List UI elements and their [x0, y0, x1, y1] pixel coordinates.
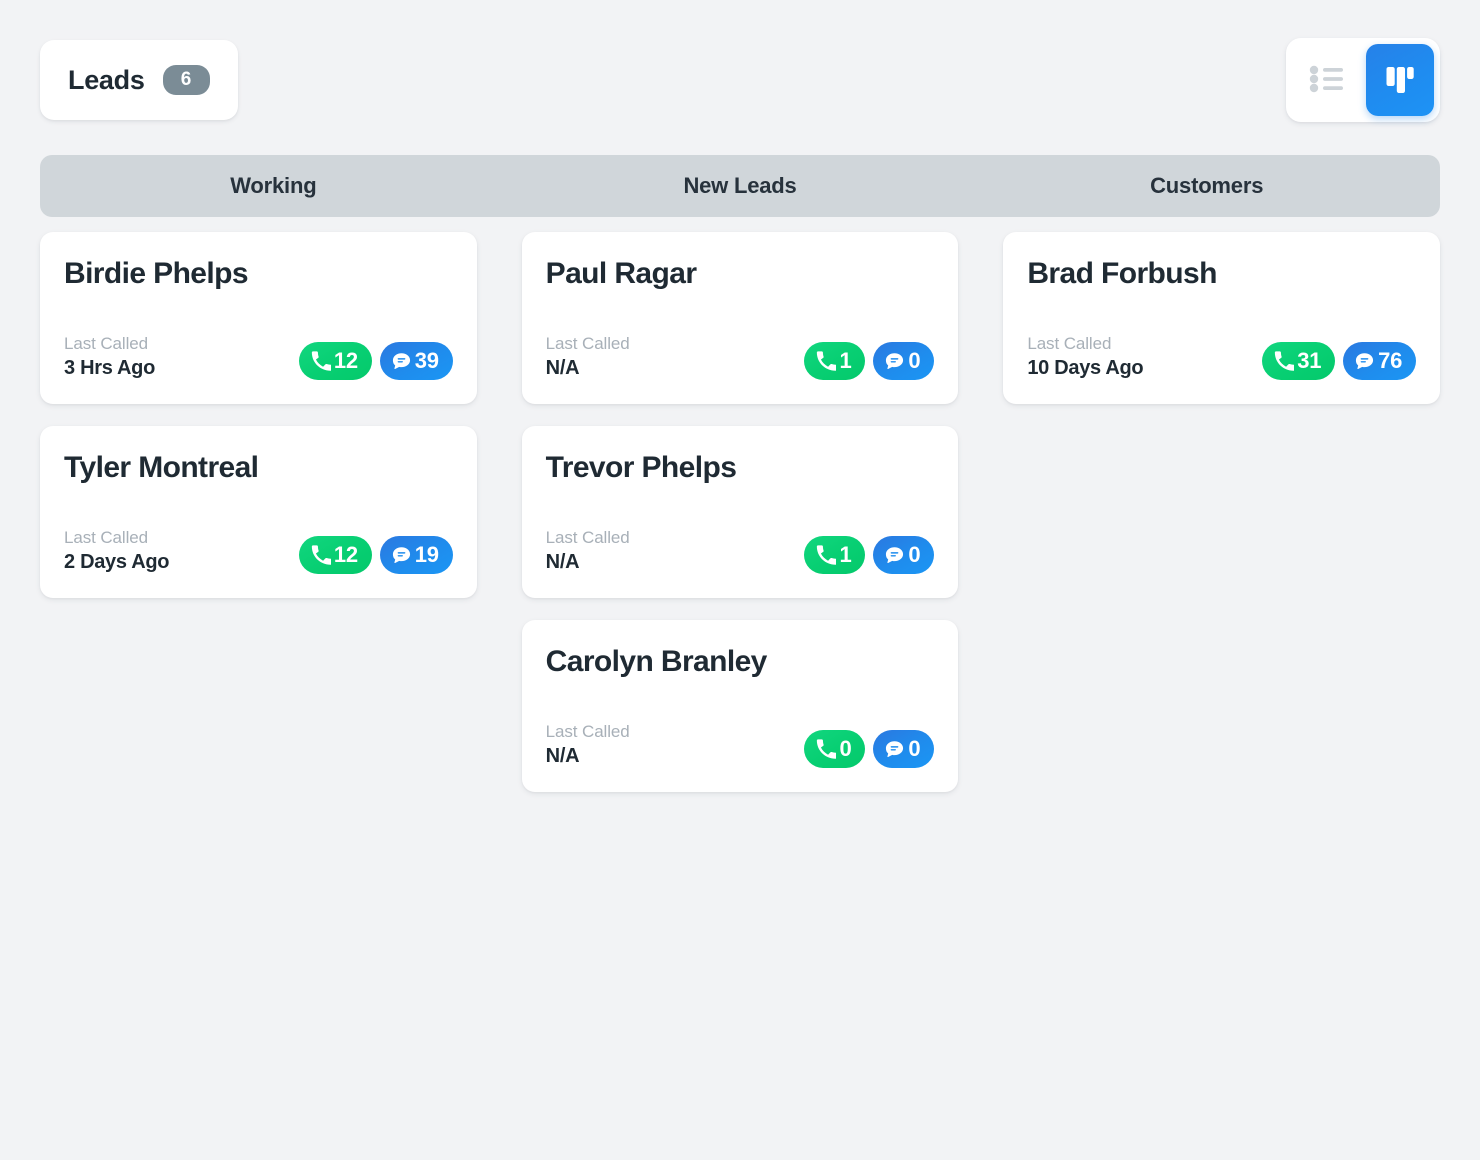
phone-icon	[815, 350, 837, 372]
lead-name: Tyler Montreal	[64, 451, 259, 484]
lead-name: Paul Ragar	[545, 257, 697, 290]
lead-card[interactable]: Trevor Phelps Last Called N/A 1 0	[521, 426, 959, 598]
message-count: 19	[414, 542, 439, 567]
badges: 0 0	[804, 730, 935, 768]
chat-bubble-icon	[391, 351, 412, 372]
card-bottom: Last Called N/A 0 0	[546, 722, 935, 768]
chat-bubble-icon	[884, 545, 905, 566]
last-called: Last Called 3 Hrs Ago	[64, 334, 155, 380]
card-bottom: Last Called N/A 1 0	[546, 334, 935, 380]
message-count: 0	[908, 542, 921, 567]
call-count-badge[interactable]: 1	[804, 536, 866, 574]
last-called-label: Last Called	[1027, 334, 1112, 353]
call-count-badge[interactable]: 12	[298, 342, 372, 380]
top-bar: Leads 6	[0, 0, 1480, 130]
last-called-value: 10 Days Ago	[1027, 357, 1144, 379]
phone-icon	[815, 738, 837, 760]
call-count-badge[interactable]: 1	[804, 342, 866, 380]
message-count: 39	[414, 348, 439, 373]
last-called-label: Last Called	[64, 334, 148, 353]
badges: 1 0	[804, 536, 935, 574]
last-called: Last Called N/A	[546, 528, 630, 574]
phone-icon	[815, 544, 837, 566]
view-toggle-group	[1286, 38, 1440, 122]
last-called: Last Called N/A	[546, 334, 630, 380]
last-called-label: Last Called	[64, 528, 148, 547]
call-count-badge[interactable]: 31	[1262, 342, 1336, 380]
last-called-value: N/A	[545, 357, 580, 379]
board-columns: Birdie Phelps Last Called 3 Hrs Ago 12 3…	[40, 232, 1441, 792]
list-view-button[interactable]	[1292, 44, 1360, 116]
last-called-value: N/A	[545, 551, 580, 573]
badges: 12 19	[298, 536, 453, 574]
message-count-badge[interactable]: 76	[1343, 342, 1417, 380]
call-count-badge[interactable]: 12	[298, 536, 372, 574]
chat-bubble-icon	[391, 545, 412, 566]
card-bottom: Last Called 2 Days Ago 12 19	[64, 528, 453, 574]
card-bottom: Last Called N/A 1 0	[546, 528, 935, 574]
last-called: Last Called 10 Days Ago	[1027, 334, 1143, 380]
message-count-badge[interactable]: 0	[873, 536, 935, 574]
message-count: 0	[908, 736, 921, 761]
message-count: 76	[1378, 348, 1403, 373]
page-title: Leads	[68, 64, 145, 95]
board-icon	[1383, 62, 1417, 99]
leads-title-chip: Leads 6	[40, 40, 238, 120]
badges: 12 39	[298, 342, 453, 380]
column-header-working[interactable]: Working	[40, 155, 507, 217]
badges: 31 76	[1262, 342, 1417, 380]
lead-card[interactable]: Birdie Phelps Last Called 3 Hrs Ago 12 3…	[40, 232, 477, 404]
phone-icon	[310, 350, 331, 372]
card-bottom: Last Called 10 Days Ago 31 76	[1027, 334, 1417, 380]
last-called-label: Last Called	[545, 334, 630, 353]
column-header-customers[interactable]: Customers	[973, 155, 1440, 217]
chat-bubble-icon	[884, 351, 905, 372]
call-count: 12	[333, 348, 358, 373]
last-called-value: N/A	[545, 745, 580, 767]
leads-board-page: Leads 6 Working New Leads Customers Bird…	[0, 0, 1480, 1160]
board-column-working: Birdie Phelps Last Called 3 Hrs Ago 12 3…	[40, 232, 477, 598]
call-count: 1	[839, 348, 852, 373]
lead-name: Birdie Phelps	[64, 257, 249, 290]
call-count: 12	[333, 542, 358, 567]
phone-icon	[310, 544, 331, 566]
leads-count-badge: 6	[162, 65, 210, 95]
last-called-label: Last Called	[545, 722, 630, 741]
last-called: Last Called N/A	[546, 722, 630, 768]
message-count: 0	[908, 348, 921, 373]
message-count-badge[interactable]: 39	[379, 342, 453, 380]
column-header-new-leads[interactable]: New Leads	[507, 155, 974, 217]
lead-name: Trevor Phelps	[545, 451, 737, 484]
last-called-label: Last Called	[545, 528, 630, 547]
call-count: 31	[1297, 348, 1322, 373]
lead-card[interactable]: Tyler Montreal Last Called 2 Days Ago 12	[40, 426, 477, 598]
message-count-badge[interactable]: 19	[379, 536, 453, 574]
card-bottom: Last Called 3 Hrs Ago 12 39	[64, 334, 453, 380]
last-called-value: 2 Days Ago	[64, 551, 170, 573]
lead-card[interactable]: Paul Ragar Last Called N/A 1 0	[521, 232, 959, 404]
lead-card[interactable]: Carolyn Branley Last Called N/A 0 0	[521, 620, 959, 792]
phone-icon	[1273, 350, 1295, 372]
last-called-value: 3 Hrs Ago	[64, 357, 156, 379]
call-count-badge[interactable]: 0	[804, 730, 866, 768]
message-count-badge[interactable]: 0	[873, 342, 935, 380]
chat-bubble-icon	[1354, 351, 1375, 372]
board-column-new-leads: Paul Ragar Last Called N/A 1 0 Trevor Ph…	[521, 232, 959, 792]
column-header-bar: Working New Leads Customers	[40, 155, 1440, 217]
lead-name: Brad Forbush	[1027, 257, 1217, 290]
board-view-button[interactable]	[1366, 44, 1434, 116]
call-count: 0	[839, 736, 852, 761]
lead-name: Carolyn Branley	[545, 645, 768, 678]
board-column-customers: Brad Forbush Last Called 10 Days Ago 31	[1003, 232, 1441, 404]
last-called: Last Called 2 Days Ago	[64, 528, 169, 574]
message-count-badge[interactable]: 0	[873, 730, 935, 768]
chat-bubble-icon	[884, 739, 905, 760]
lead-card[interactable]: Brad Forbush Last Called 10 Days Ago 31	[1003, 232, 1441, 404]
badges: 1 0	[804, 342, 935, 380]
list-icon	[1309, 65, 1343, 96]
call-count: 1	[839, 542, 852, 567]
